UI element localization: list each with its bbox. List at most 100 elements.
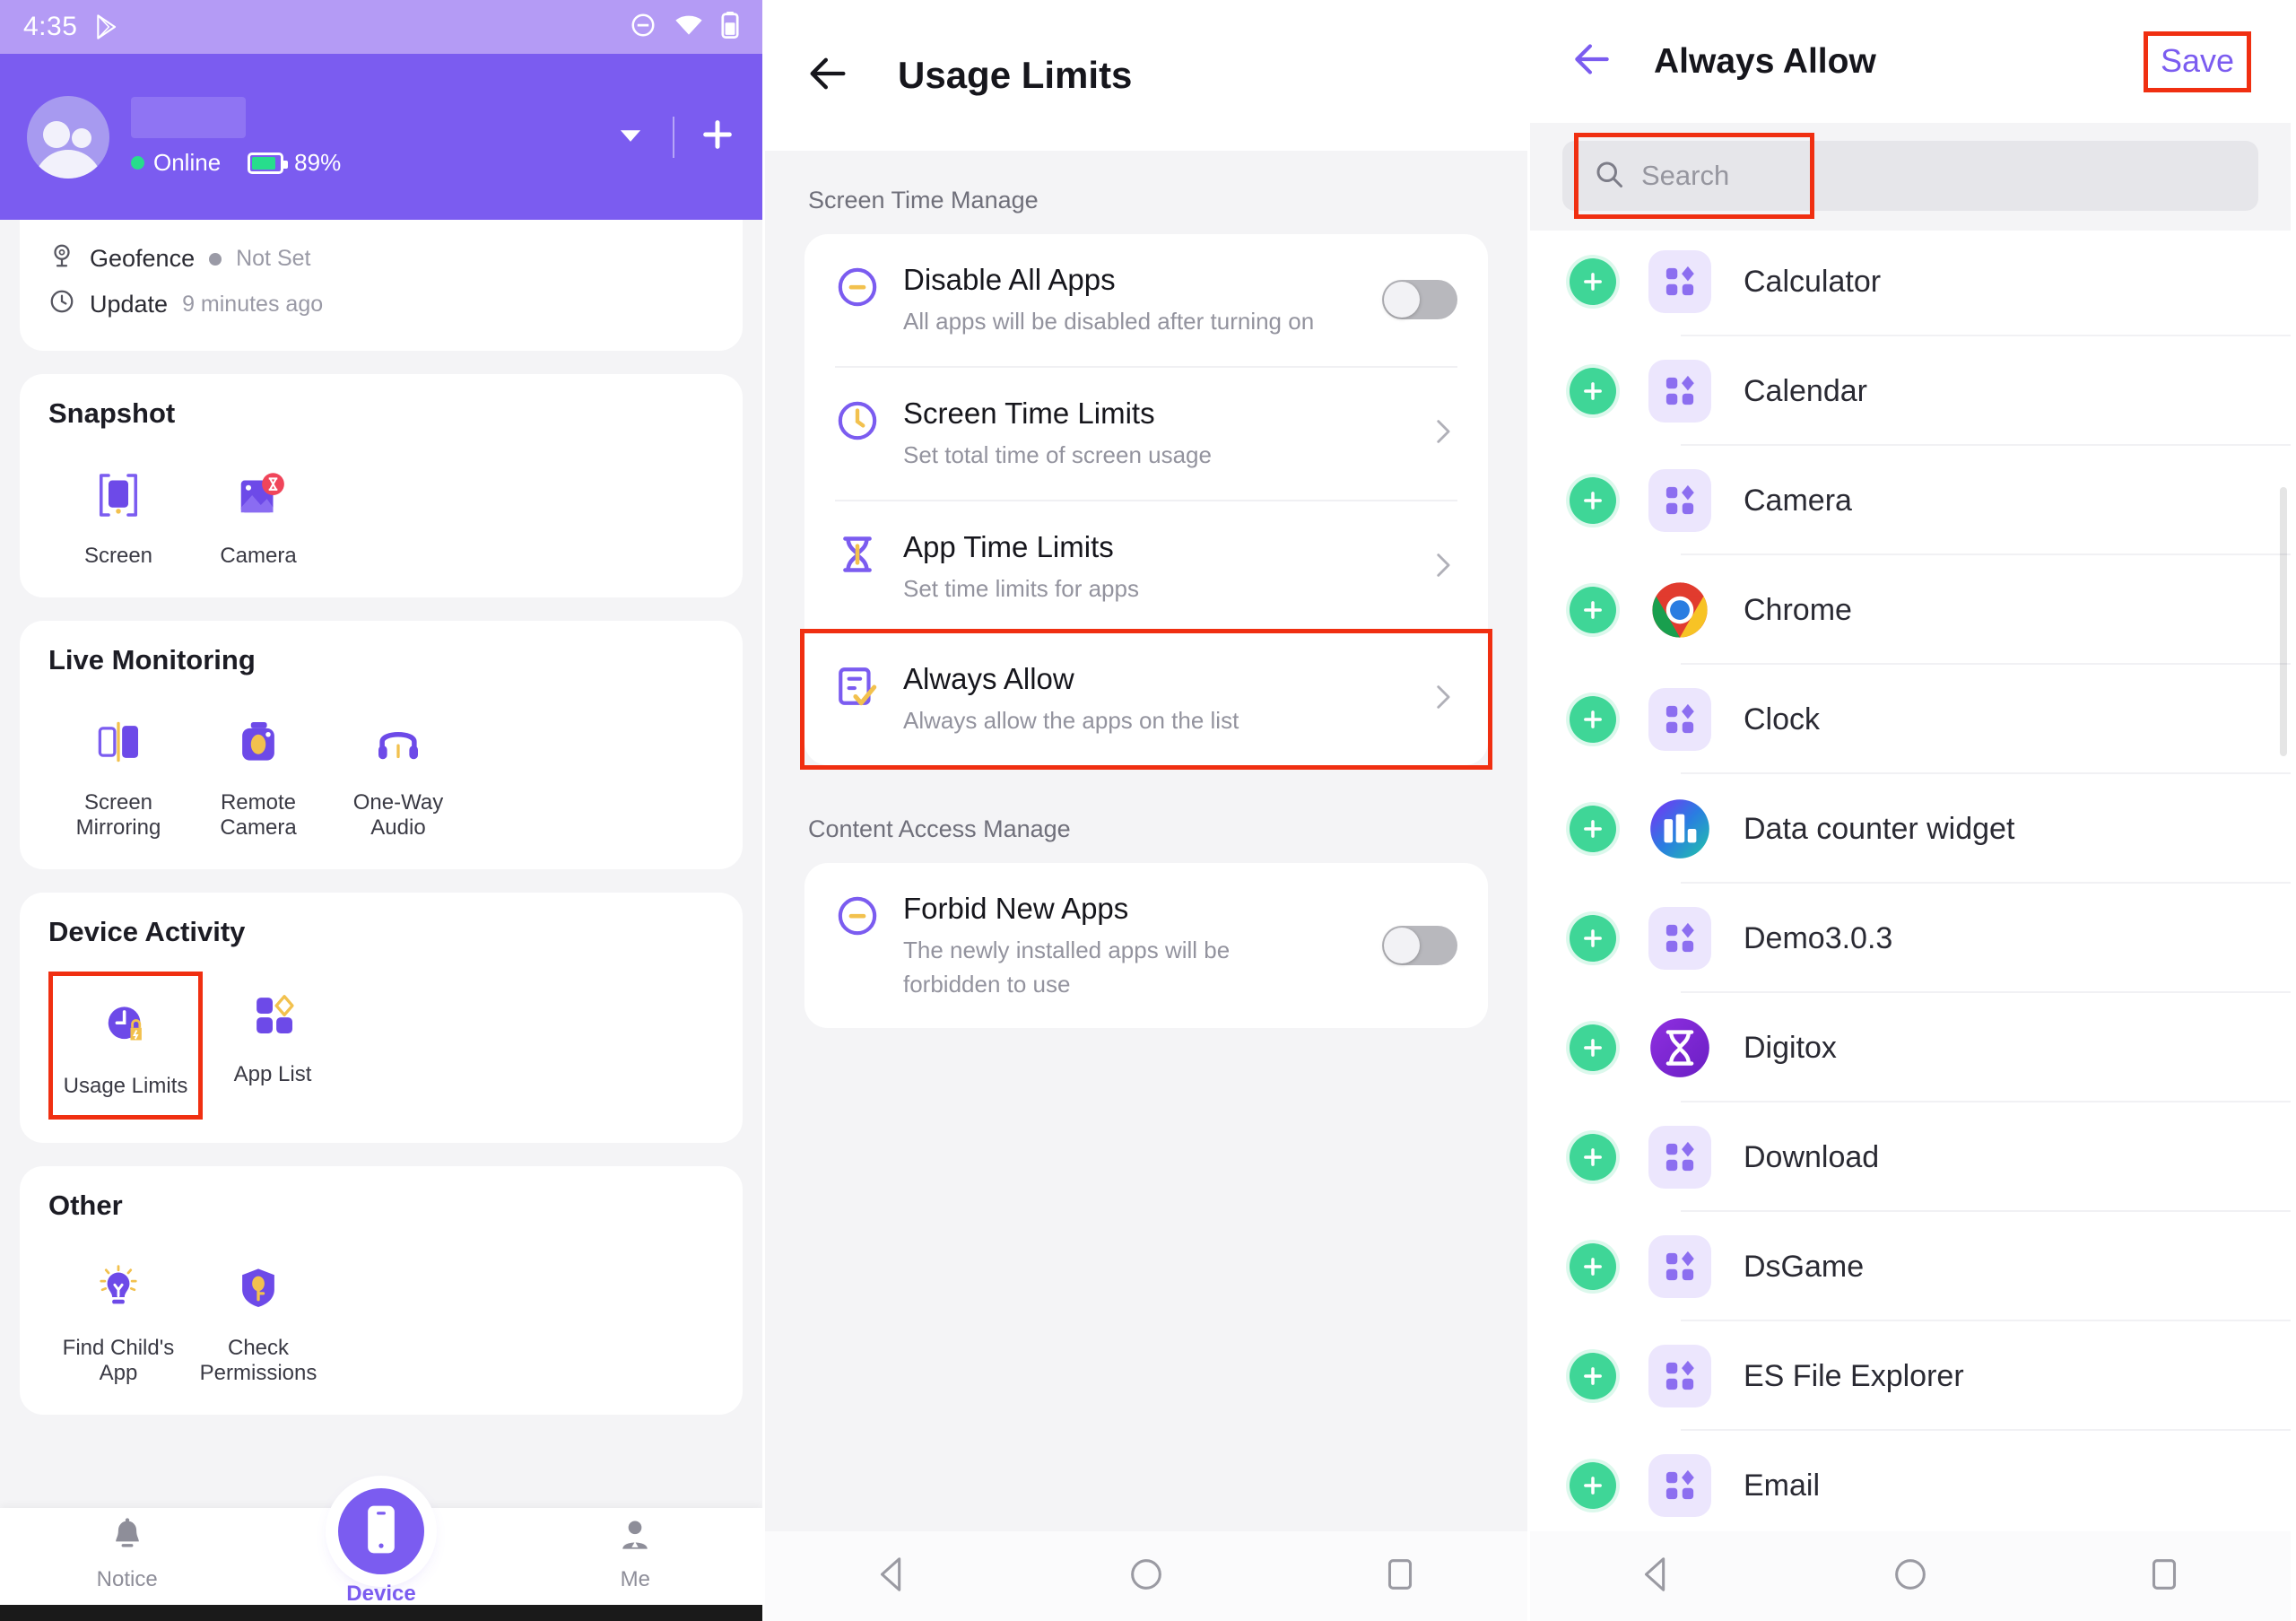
search-input[interactable]: Search <box>1641 160 1729 192</box>
add-app-button[interactable] <box>1570 258 1616 305</box>
list-item[interactable]: Download <box>1530 1102 2291 1212</box>
tile-one-way-audio[interactable]: One-Way Audio <box>328 700 468 846</box>
nav-label-device: Device <box>346 1582 416 1606</box>
list-item[interactable]: Camera <box>1530 446 2291 555</box>
bell-icon <box>108 1516 147 1560</box>
scrollbar-thumb[interactable] <box>2280 487 2287 756</box>
app-list[interactable]: Calculator Calendar Camera Chrome Clock … <box>1530 227 2291 1531</box>
tile-remote-camera[interactable]: Remote Camera <box>188 700 328 846</box>
header-divider <box>673 116 674 158</box>
add-app-button[interactable] <box>1570 368 1616 414</box>
panel-always-allow: Always Allow Save Search Calculator Cale… <box>1530 0 2291 1621</box>
row-screen-time-limits[interactable]: Screen Time Limits Set total time of scr… <box>835 365 1457 500</box>
recents-nav-icon[interactable] <box>2144 1554 2185 1599</box>
shield-key-icon <box>229 1258 288 1321</box>
tile-screen-mirroring[interactable]: Screen Mirroring <box>48 700 188 846</box>
row-always-allow[interactable]: Always Allow Always allow the apps on th… <box>800 628 1492 770</box>
geofence-row[interactable]: Geofence Not Set <box>48 236 714 282</box>
tile-camera[interactable]: Camera <box>188 453 328 574</box>
app-name: Data counter widget <box>1744 811 2015 846</box>
add-app-button[interactable] <box>1570 477 1616 524</box>
nav-item-device[interactable] <box>338 1488 424 1574</box>
list-item[interactable]: Clock <box>1530 665 2291 774</box>
list-item[interactable]: Chrome <box>1530 555 2291 665</box>
row-disable-all-apps[interactable]: Disable All Apps All apps will be disabl… <box>835 234 1457 366</box>
tile-label: Screen <box>83 544 153 568</box>
geofence-state-dot-icon <box>209 252 222 266</box>
add-app-button[interactable] <box>1570 587 1616 633</box>
add-app-button[interactable] <box>1570 1024 1616 1071</box>
page-title: Always Allow <box>1654 41 1876 81</box>
one-way-audio-icon <box>369 712 428 776</box>
list-item[interactable]: Data counter widget <box>1530 774 2291 884</box>
add-app-button[interactable] <box>1570 1353 1616 1399</box>
generic-app-icon <box>1648 1235 1711 1298</box>
search-bar[interactable]: Search <box>1562 133 2258 219</box>
back-arrow-icon[interactable] <box>1570 37 1614 86</box>
section-title: Snapshot <box>48 397 176 429</box>
lightbulb-icon <box>89 1258 148 1321</box>
back-nav-icon[interactable] <box>872 1554 913 1599</box>
search-input-highlight[interactable]: Search <box>1574 133 1814 219</box>
plus-icon[interactable] <box>700 117 735 157</box>
section-title: Live Monitoring <box>48 644 256 675</box>
wifi-icon <box>674 13 703 41</box>
dashboard-scroll[interactable]: Geofence Not Set Update 9 minutes ago Sn… <box>0 220 762 1508</box>
add-app-button[interactable] <box>1570 1134 1616 1181</box>
recents-nav-icon[interactable] <box>1379 1554 1421 1599</box>
nav-label: Me <box>620 1567 650 1591</box>
tile-usage-limits[interactable]: Usage Limits <box>48 972 203 1120</box>
avatar <box>27 95 109 179</box>
back-arrow-icon[interactable] <box>804 50 851 101</box>
home-nav-icon[interactable] <box>1126 1554 1167 1599</box>
generic-app-icon <box>1648 469 1711 532</box>
tile-label: Find Child's App <box>62 1336 175 1385</box>
add-app-button[interactable] <box>1570 1462 1616 1509</box>
update-value: 9 minutes ago <box>182 292 324 317</box>
app-name: Chrome <box>1744 592 1852 627</box>
list-item[interactable]: Demo3.0.3 <box>1530 884 2291 993</box>
list-item[interactable]: DsGame <box>1530 1212 2291 1321</box>
search-icon <box>1593 158 1625 195</box>
list-item[interactable]: Email <box>1530 1431 2291 1531</box>
tile-check-permissions[interactable]: Check Permissions <box>188 1245 328 1391</box>
add-app-button[interactable] <box>1570 806 1616 852</box>
nav-item-me[interactable]: Me <box>545 1516 725 1605</box>
update-label: Update <box>90 291 169 318</box>
update-row[interactable]: Update 9 minutes ago <box>48 282 714 327</box>
chevron-right-icon <box>1427 682 1457 717</box>
list-item[interactable]: Digitox <box>1530 993 2291 1102</box>
save-button[interactable]: Save <box>2143 31 2251 92</box>
row-title: Disable All Apps <box>903 263 1116 296</box>
app-name: Download <box>1744 1139 1880 1174</box>
row-app-time-limits[interactable]: App Time Limits Set time limits for apps <box>835 499 1457 633</box>
tile-label: Screen Mirroring <box>75 790 161 840</box>
add-app-button[interactable] <box>1570 915 1616 962</box>
chevron-down-icon[interactable] <box>613 118 648 156</box>
toggle-disable-all-apps[interactable] <box>1382 280 1457 320</box>
app-name: DsGame <box>1744 1249 1865 1284</box>
app-name: Email <box>1744 1468 1821 1503</box>
hourglass-icon <box>835 532 883 581</box>
row-title: Always Allow <box>903 661 1074 695</box>
list-item[interactable]: ES File Explorer <box>1530 1321 2291 1431</box>
geofence-value: Not Set <box>236 246 311 271</box>
android-nav-bar <box>1530 1531 2291 1621</box>
tile-find-childs-app[interactable]: Find Child's App <box>48 1245 188 1391</box>
generic-app-icon <box>1648 360 1711 423</box>
row-subtitle: Set time limits for apps <box>903 575 1139 603</box>
add-app-button[interactable] <box>1570 1243 1616 1290</box>
geofence-label: Geofence <box>90 245 196 272</box>
tile-app-list[interactable]: App List <box>203 972 343 1120</box>
add-app-button[interactable] <box>1570 696 1616 743</box>
list-item[interactable]: Calculator <box>1530 227 2291 336</box>
home-nav-icon[interactable] <box>1890 1554 1931 1599</box>
tile-screen[interactable]: Screen <box>48 453 188 574</box>
back-nav-icon[interactable] <box>1636 1554 1677 1599</box>
nav-item-notice[interactable]: Notice <box>38 1516 217 1605</box>
row-forbid-new-apps[interactable]: Forbid New Apps The newly installed apps… <box>835 863 1457 1029</box>
content-access-manage-card: Forbid New Apps The newly installed apps… <box>804 862 1488 1029</box>
online-dot-icon <box>131 156 144 170</box>
toggle-forbid-new-apps[interactable] <box>1382 926 1457 966</box>
list-item[interactable]: Calendar <box>1530 336 2291 446</box>
